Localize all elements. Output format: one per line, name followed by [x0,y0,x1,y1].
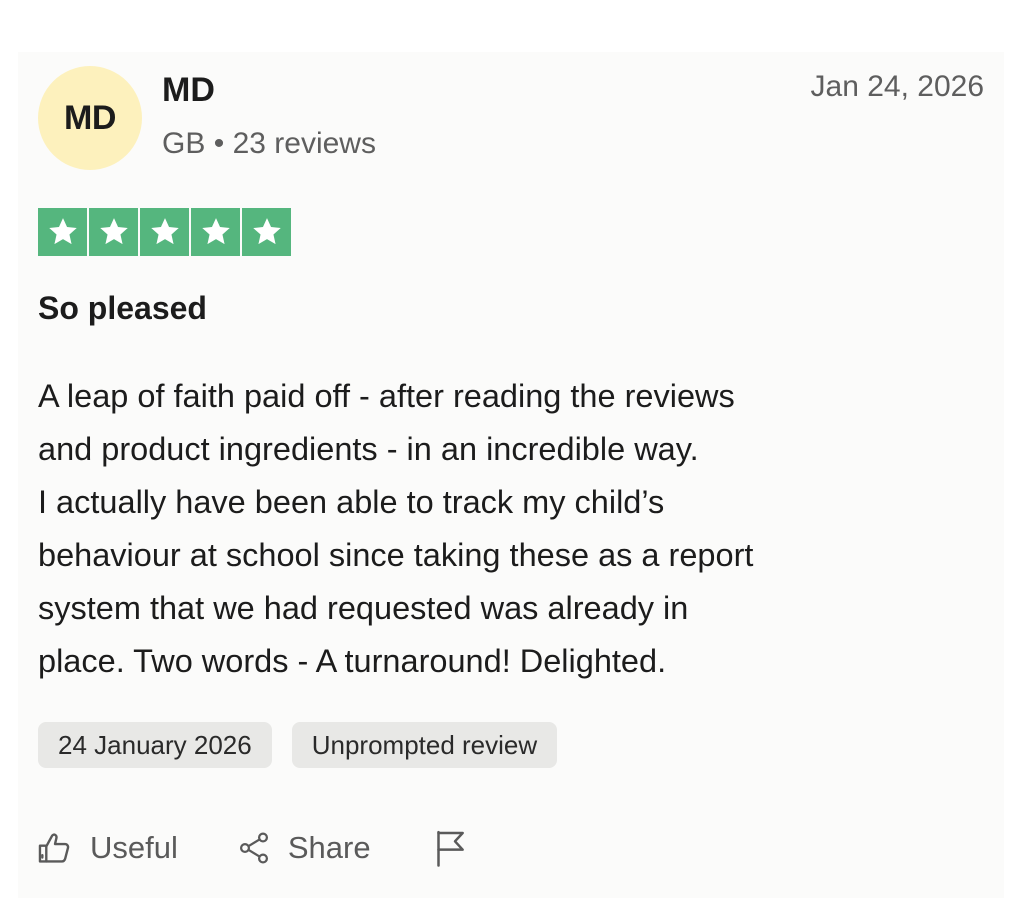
review-type-badge[interactable]: Unprompted review [291,722,558,768]
reviewer-review-count: 23 reviews [232,127,376,160]
flag-icon [431,828,471,868]
review-actions: Useful Share [36,826,471,870]
star-icon [38,208,87,256]
avatar-initials: MD [64,98,116,137]
useful-button[interactable]: Useful [36,826,178,870]
thumbs-up-icon [36,829,74,867]
share-button[interactable]: Share [236,826,371,870]
review-title[interactable]: So pleased [38,288,207,328]
review-body: A leap of faith paid off - after reading… [38,370,998,688]
meta-separator: • [213,127,225,160]
reviewer-meta: GB • 23 reviews [162,126,376,162]
review-body-line: A leap of faith paid off - after reading… [38,378,735,414]
review-body-line: and product ingredients - in an incredib… [38,431,699,467]
avatar[interactable]: MD [38,66,142,170]
reviewer-name[interactable]: MD [162,70,215,110]
review-body-line: I actually have been able to track my ch… [38,484,665,520]
review-body-line: system that we had requested was already… [38,590,689,626]
star-icon [191,208,240,256]
share-icon [236,830,272,866]
review-body-line: place. Two words - A turnaround! Delight… [38,643,667,679]
star-icon [242,208,291,256]
star-icon [140,208,189,256]
report-button[interactable] [431,828,471,868]
share-label: Share [287,830,371,865]
star-icon [89,208,138,256]
review-tags: 24 January 2026 Unprompted review [38,722,558,768]
review-body-line: behaviour at school since taking these a… [38,537,754,573]
useful-label: Useful [90,830,178,865]
star-rating [38,208,291,256]
date-of-experience-badge: 24 January 2026 [38,722,272,768]
review-date: Jan 24, 2026 [810,70,984,103]
reviewer-country: GB [162,127,206,160]
